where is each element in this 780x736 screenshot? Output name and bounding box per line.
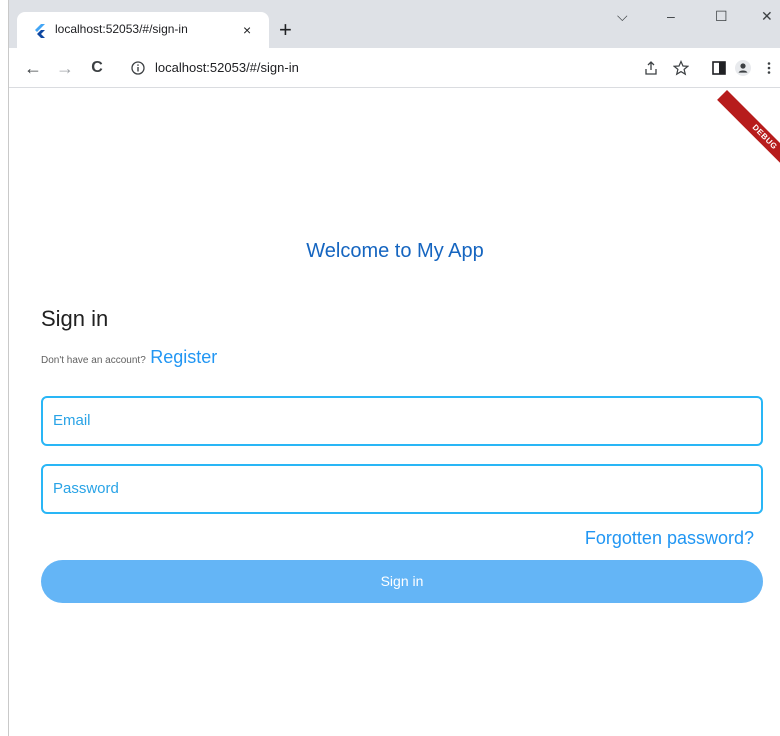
- debug-banner: DEBUG: [717, 90, 780, 185]
- tab-close-icon[interactable]: ×: [243, 22, 251, 38]
- tab-title: localhost:52053/#/sign-in: [55, 22, 188, 36]
- forgot-password-link[interactable]: Forgotten password?: [585, 528, 754, 549]
- sign-in-button[interactable]: Sign in: [41, 560, 763, 603]
- reload-icon[interactable]: C: [87, 58, 107, 78]
- email-field[interactable]: Email: [41, 396, 763, 446]
- browser-toolbar: ← → C localhost:52053/#/sign-in: [9, 48, 780, 88]
- star-icon[interactable]: [673, 60, 689, 76]
- register-link[interactable]: Register: [150, 347, 217, 367]
- new-tab-icon[interactable]: +: [279, 19, 292, 41]
- back-icon[interactable]: ←: [23, 58, 43, 78]
- tab-search-icon[interactable]: ⌵: [617, 8, 628, 24]
- info-icon[interactable]: [131, 61, 145, 75]
- side-panel-icon[interactable]: [711, 60, 727, 76]
- register-row: Don't have an account? Register: [41, 347, 217, 368]
- url-text: localhost:52053/#/sign-in: [155, 60, 299, 75]
- address-bar[interactable]: localhost:52053/#/sign-in: [121, 52, 681, 84]
- welcome-title: Welcome to My App: [306, 240, 484, 262]
- password-field[interactable]: Password: [41, 464, 763, 514]
- email-field-label: Email: [53, 412, 91, 429]
- share-icon[interactable]: [643, 60, 659, 76]
- close-window-icon[interactable]: ✕: [761, 8, 773, 24]
- tab-strip: localhost:52053/#/sign-in × + ⌵ – ☐ ✕: [9, 0, 780, 48]
- browser-tab[interactable]: localhost:52053/#/sign-in ×: [17, 12, 269, 48]
- profile-icon[interactable]: [735, 60, 751, 76]
- flutter-favicon-icon: [35, 24, 45, 38]
- browser-window: localhost:52053/#/sign-in × + ⌵ – ☐ ✕ ← …: [8, 0, 780, 736]
- maximize-icon[interactable]: ☐: [715, 8, 728, 24]
- register-prompt: Don't have an account?: [41, 355, 146, 366]
- sign-in-heading: Sign in: [41, 306, 109, 331]
- kebab-menu-icon[interactable]: [761, 60, 777, 76]
- minimize-icon[interactable]: –: [667, 8, 675, 24]
- forward-icon[interactable]: →: [55, 58, 75, 78]
- password-field-label: Password: [53, 480, 119, 497]
